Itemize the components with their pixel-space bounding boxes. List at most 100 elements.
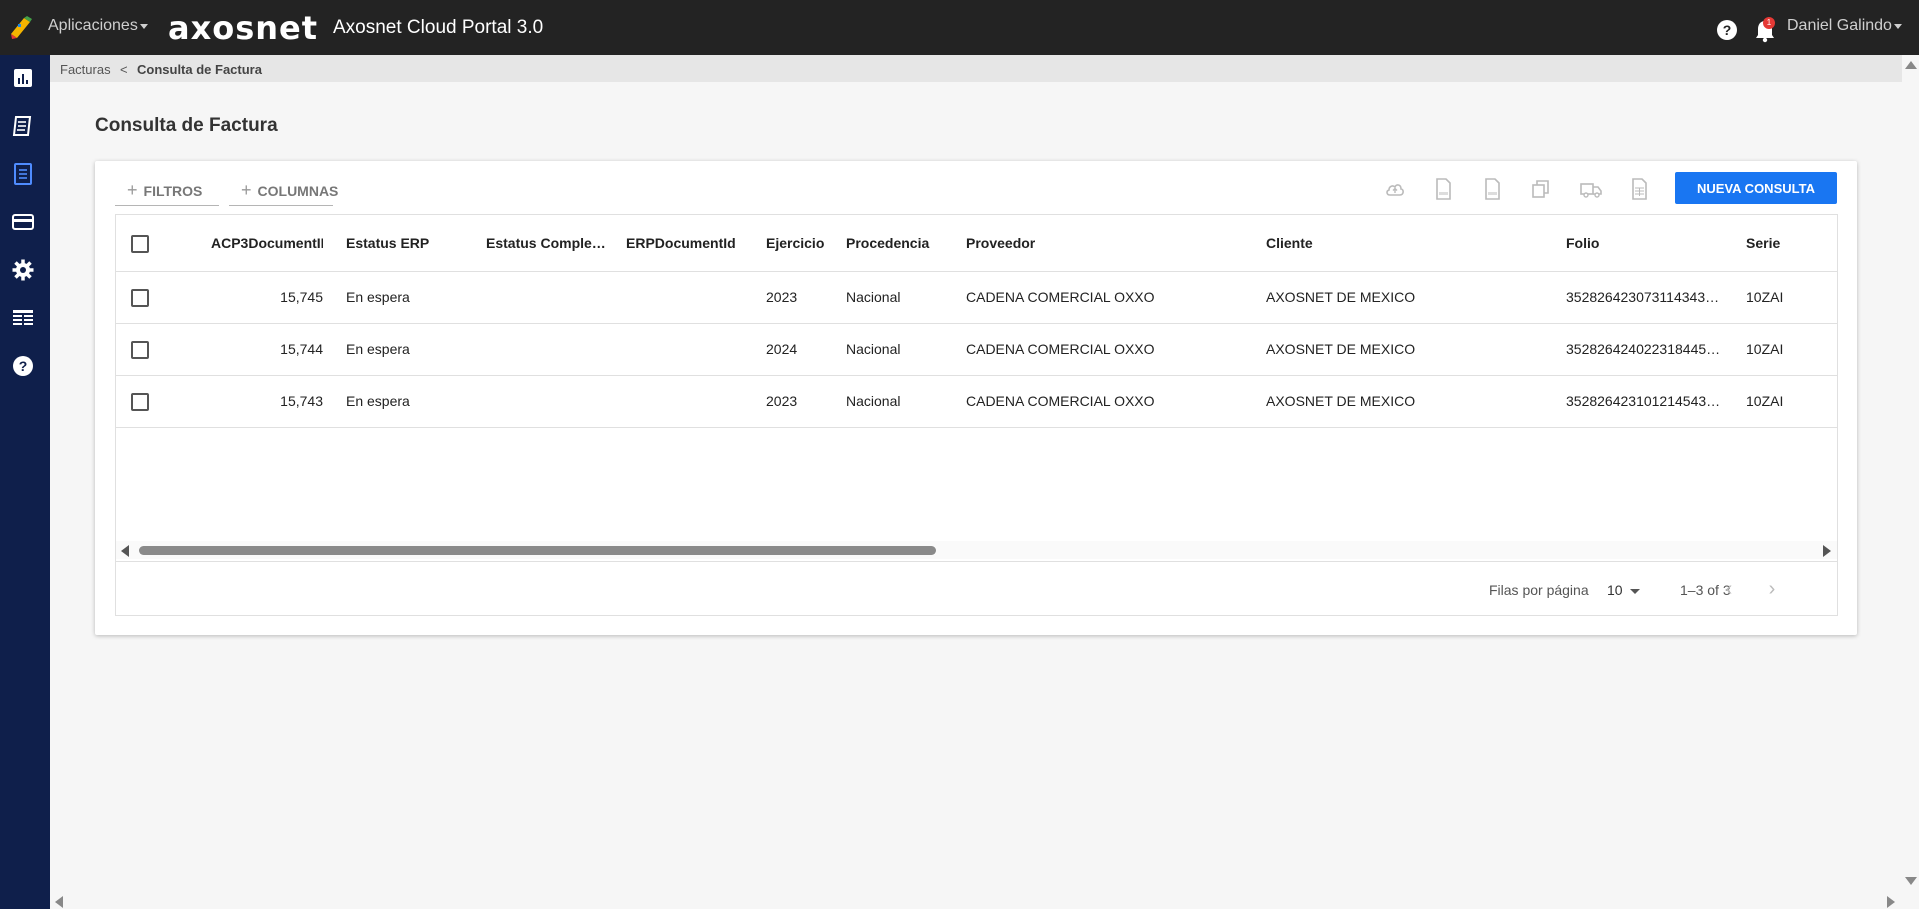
cell-procedencia: Nacional [846,289,901,305]
new-query-button[interactable]: NUEVA CONSULTA [1675,172,1837,204]
column-header[interactable]: Estatus Comple… [486,235,606,251]
chevron-down-icon[interactable] [1630,589,1640,594]
sidebar-item-tables[interactable] [11,306,35,330]
next-page-icon[interactable]: › [1761,578,1783,600]
scroll-right-arrow[interactable] [1887,896,1895,908]
column-header[interactable]: Cliente [1266,235,1466,251]
column-header[interactable]: Procedencia [846,235,946,251]
column-header[interactable]: Serie [1746,235,1826,251]
breadcrumb: Facturas < Consulta de Factura [50,55,1902,82]
table-row[interactable]: 15,743 En espera 2023 Nacional CADENA CO… [116,376,1837,428]
cell-procedencia: Nacional [846,393,901,409]
row-checkbox[interactable] [131,393,149,411]
column-header[interactable]: ACP3DocumentID [211,235,323,251]
truck-icon[interactable] [1579,177,1603,201]
column-header[interactable]: Proveedor [966,235,1166,251]
query-card: + FILTROS + COLUMNAS NUEVA CONSULTA ACP3… [95,161,1857,635]
scrollbar-thumb[interactable] [139,546,936,555]
breadcrumb-current: Consulta de Factura [137,62,262,77]
invoice-grid: ACP3DocumentID Estatus ERP Estatus Compl… [115,214,1838,616]
filters-label: FILTROS [143,182,203,199]
table-row[interactable]: 15,745 En espera 2023 Nacional CADENA CO… [116,272,1837,324]
cell-serie: 10ZAI [1746,341,1784,357]
columns-label: COLUMNAS [257,182,339,199]
sidebar-item-payments[interactable] [11,210,35,234]
apps-logo-icon[interactable] [8,14,34,40]
cell-serie: 10ZAI [1746,393,1784,409]
invoice-icon [14,163,32,185]
scroll-left-arrow[interactable] [55,896,63,908]
rows-per-page-label: Filas por página [1489,582,1589,598]
help-icon: ? [13,356,33,376]
document-list-icon [12,116,32,136]
chevron-down-icon[interactable] [1894,24,1902,29]
select-all-checkbox[interactable] [131,235,149,253]
cell-proveedor: CADENA COMERCIAL OXXO [966,341,1155,357]
cell-id: 15,745 [280,289,323,305]
column-header[interactable]: Ejercicio [766,235,836,251]
brand-logo: axosnet [168,9,319,47]
svg-text:?: ? [19,358,28,374]
cell-estatus-erp: En espera [346,289,410,305]
cell-id: 15,743 [280,393,323,409]
spreadsheet-icon[interactable] [1627,177,1651,201]
prev-page-icon[interactable]: ‹ [1718,578,1740,600]
sidebar-item-help[interactable]: ? [11,354,35,378]
scroll-up-arrow[interactable] [1905,61,1917,69]
plus-icon: + [241,180,252,200]
column-header[interactable]: Folio [1566,235,1716,251]
xml-file-icon[interactable] [1431,177,1455,201]
cell-procedencia: Nacional [846,341,901,357]
user-menu-name[interactable]: Daniel Galindo [1787,17,1892,35]
cloud-upload-icon[interactable] [1383,177,1407,201]
copy-icon[interactable] [1529,177,1553,201]
page-title: Consulta de Factura [95,115,278,136]
cell-ejercicio: 2023 [766,289,798,305]
table-row[interactable]: 15,744 En espera 2024 Nacional CADENA CO… [116,324,1837,376]
columns-button[interactable]: + COLUMNAS [229,176,338,206]
scroll-left-arrow[interactable] [121,545,129,557]
chevron-down-icon[interactable] [140,24,148,29]
top-bar: Aplicaciones axosnet Axosnet Cloud Porta… [0,0,1919,55]
credit-card-icon [12,214,34,230]
sidebar: ? [0,55,50,909]
sidebar-item-settings[interactable] [11,258,35,282]
cell-cliente: AXOSNET DE MEXICO [1266,341,1416,357]
breadcrumb-facturas[interactable]: Facturas [60,62,111,77]
scroll-down-arrow[interactable] [1905,877,1917,885]
cell-estatus-erp: En espera [346,341,410,357]
grid-footer: Filas por página 10 1–3 of 3 ‹ › [116,561,1837,615]
grid-horizontal-scrollbar[interactable] [116,541,1837,559]
table-icon [13,310,33,325]
sidebar-item-reports[interactable] [11,66,35,90]
rows-per-page-select[interactable]: 10 [1607,582,1623,598]
row-checkbox[interactable] [131,341,149,359]
cell-folio: 352826423101214543… [1566,393,1721,409]
sidebar-item-invoices[interactable] [11,162,35,186]
plus-icon: + [127,180,138,200]
app-title: Axosnet Cloud Portal 3.0 [333,17,544,38]
filters-button[interactable]: + FILTROS [115,176,219,206]
cell-cliente: AXOSNET DE MEXICO [1266,289,1416,305]
gear-icon [12,259,34,281]
apps-menu-label[interactable]: Aplicaciones [48,17,138,35]
cell-folio: 352826424022318445… [1566,341,1721,357]
cell-folio: 352826423073114343… [1566,289,1720,305]
scroll-right-arrow[interactable] [1823,545,1831,557]
cell-proveedor: CADENA COMERCIAL OXXO [966,289,1155,305]
breadcrumb-separator: < [120,62,128,77]
cell-cliente: AXOSNET DE MEXICO [1266,393,1416,409]
column-header[interactable]: ERPDocumentId [626,235,746,251]
notification-badge: 1 [1763,17,1775,29]
cell-ejercicio: 2023 [766,393,798,409]
cell-estatus-erp: En espera [346,393,410,409]
bar-chart-icon [14,69,32,87]
cell-ejercicio: 2024 [766,341,798,357]
cell-proveedor: CADENA COMERCIAL OXXO [966,393,1155,409]
cell-id: 15,744 [280,341,323,357]
column-header[interactable]: Estatus ERP [346,235,466,251]
row-checkbox[interactable] [131,289,149,307]
pdf-file-icon[interactable] [1480,177,1504,201]
sidebar-item-documents[interactable] [11,114,35,138]
help-icon[interactable]: ? [1717,20,1737,40]
